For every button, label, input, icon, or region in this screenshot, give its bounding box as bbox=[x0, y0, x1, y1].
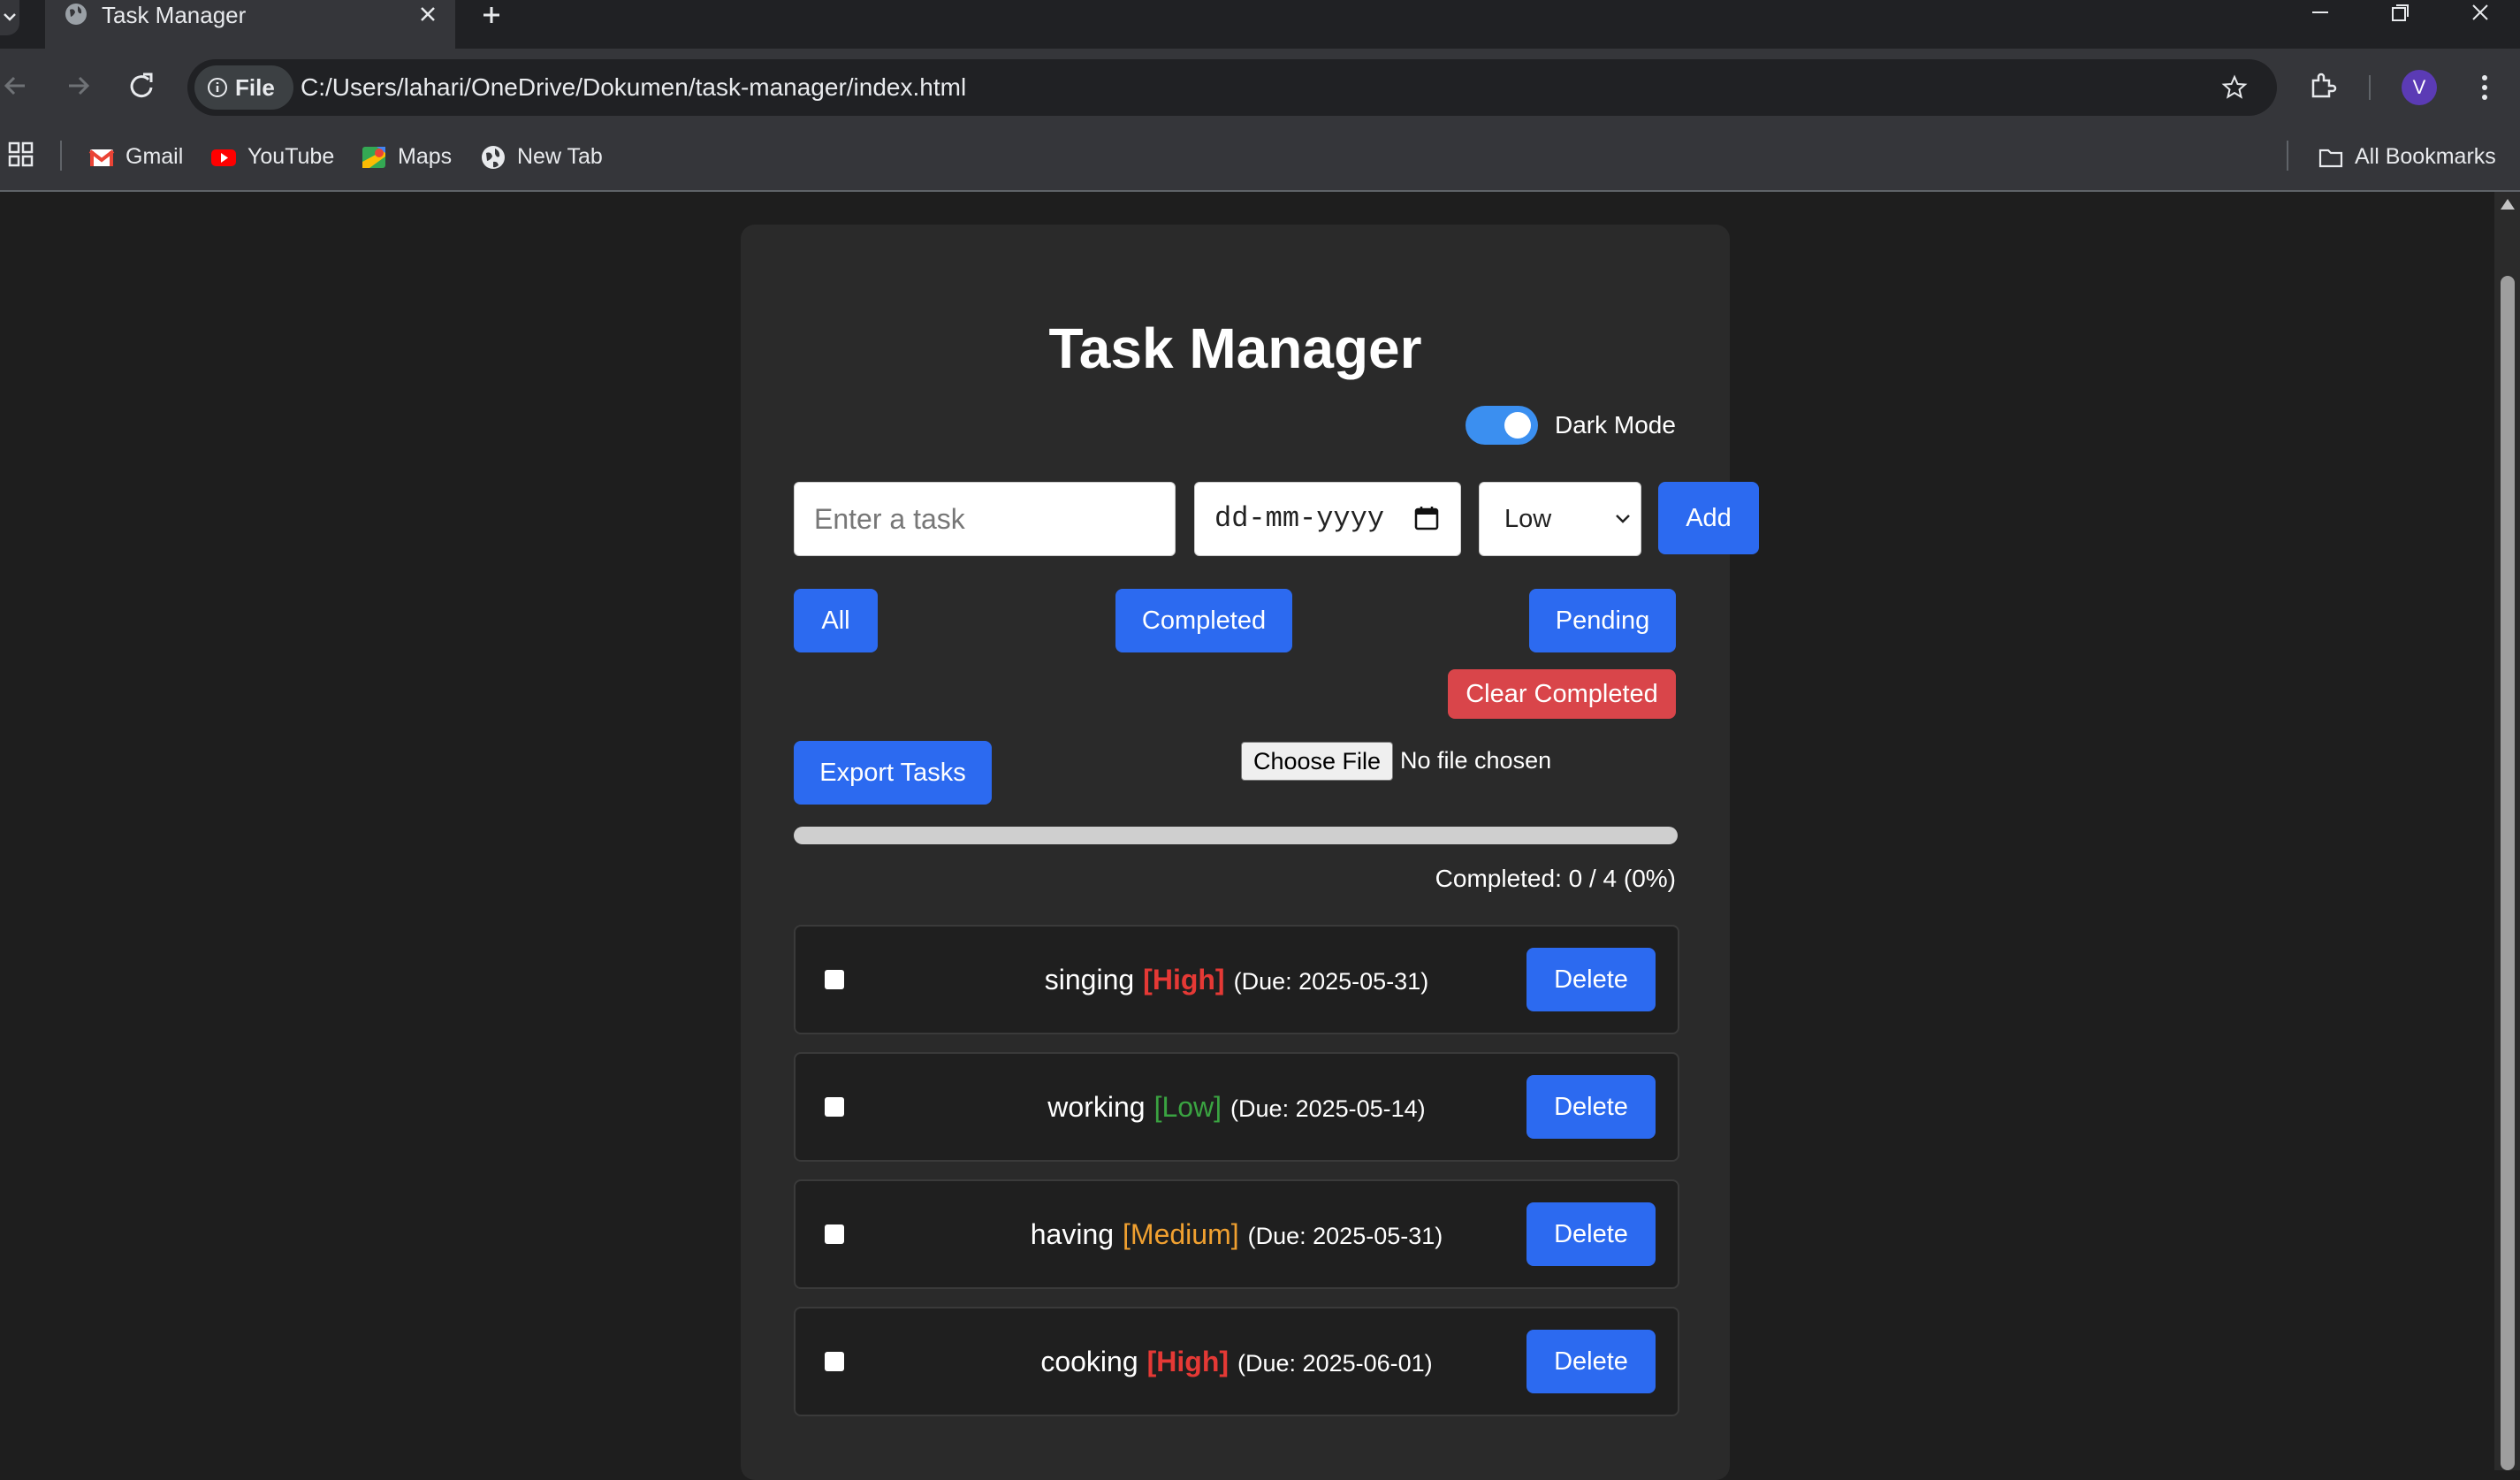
task-input-placeholder: Enter a task bbox=[814, 503, 965, 535]
restore-icon[interactable] bbox=[2360, 0, 2440, 30]
choose-file-button[interactable]: Choose File bbox=[1241, 742, 1393, 781]
bookmarks-bar: Gmail YouTube Maps New Tab All Bookmarks bbox=[0, 125, 2520, 192]
task-name: singing bbox=[1044, 964, 1135, 996]
task-priority: [High] bbox=[1143, 964, 1225, 996]
due-date-input[interactable]: dd-mm-yyyy bbox=[1194, 482, 1461, 556]
scroll-up-arrow-icon[interactable] bbox=[2501, 199, 2515, 210]
dark-mode-toggle[interactable] bbox=[1466, 406, 1538, 445]
back-arrow-icon[interactable] bbox=[0, 66, 35, 105]
youtube-icon bbox=[211, 149, 236, 166]
page-title: Task Manager bbox=[1048, 317, 1422, 380]
filter-pending-button[interactable]: Pending bbox=[1529, 589, 1676, 652]
toggle-knob bbox=[1504, 412, 1531, 439]
task-item: cooking [High] (Due: 2025-06-01) Delete bbox=[794, 1307, 1679, 1416]
toolbar-separator bbox=[2369, 75, 2371, 100]
export-tasks-button[interactable]: Export Tasks bbox=[794, 741, 992, 805]
task-name: having bbox=[1030, 1218, 1115, 1250]
date-placeholder: dd-mm-yyyy bbox=[1214, 502, 1385, 535]
task-priority: [Medium] bbox=[1123, 1218, 1239, 1250]
page-viewport: Task Manager Dark Mode Enter a task dd-m… bbox=[0, 192, 2494, 1480]
tab-search-button[interactable] bbox=[0, 0, 19, 35]
bookmarks-separator bbox=[60, 141, 62, 171]
bookmark-label: Maps bbox=[398, 144, 453, 169]
bookmark-label: New Tab bbox=[517, 144, 603, 169]
site-chip-label: File bbox=[235, 74, 275, 101]
address-bar[interactable]: File C:/Users/lahari/OneDrive/Dokumen/ta… bbox=[187, 59, 2277, 116]
task-due: (Due: 2025-05-14) bbox=[1230, 1095, 1426, 1122]
clear-completed-button[interactable]: Clear Completed bbox=[1448, 669, 1676, 719]
filter-all-button[interactable]: All bbox=[794, 589, 878, 652]
bookmarks-separator bbox=[2287, 141, 2288, 171]
priority-select[interactable]: Low bbox=[1479, 482, 1641, 556]
maps-icon bbox=[362, 147, 385, 168]
browser-tab[interactable]: Task Manager bbox=[45, 0, 455, 49]
apps-grid-icon[interactable] bbox=[8, 141, 34, 168]
calendar-icon[interactable] bbox=[1412, 504, 1441, 532]
globe-icon bbox=[482, 146, 505, 169]
task-priority: [Low] bbox=[1153, 1091, 1222, 1123]
progress-bar bbox=[794, 827, 1678, 844]
delete-task-button[interactable]: Delete bbox=[1526, 1202, 1656, 1266]
task-item: working [Low] (Due: 2025-05-14) Delete bbox=[794, 1052, 1679, 1162]
task-due: (Due: 2025-05-31) bbox=[1233, 968, 1429, 995]
priority-selected: Low bbox=[1504, 505, 1552, 533]
task-input[interactable]: Enter a task bbox=[794, 482, 1176, 556]
task-item: singing [High] (Due: 2025-05-31) Delete bbox=[794, 925, 1679, 1034]
gmail-icon bbox=[88, 149, 115, 166]
task-priority: [High] bbox=[1146, 1346, 1230, 1377]
info-icon bbox=[208, 78, 227, 97]
task-item: having [Medium] (Due: 2025-05-31) Delete bbox=[794, 1179, 1679, 1289]
browser-toolbar: File C:/Users/lahari/OneDrive/Dokumen/ta… bbox=[0, 49, 2520, 125]
bookmark-label: YouTube bbox=[247, 144, 335, 169]
extensions-icon[interactable] bbox=[2306, 70, 2338, 102]
task-name: working bbox=[1047, 1091, 1146, 1123]
folder-icon bbox=[2318, 149, 2343, 168]
tab-title: Task Manager bbox=[102, 2, 247, 28]
window-close-icon[interactable] bbox=[2440, 0, 2520, 30]
chevron-down-icon bbox=[1616, 515, 1630, 523]
globe-icon bbox=[65, 4, 87, 25]
bookmark-label: Gmail bbox=[126, 144, 184, 169]
forward-arrow-icon[interactable] bbox=[58, 66, 97, 105]
delete-task-button[interactable]: Delete bbox=[1526, 948, 1656, 1011]
chevron-down-icon bbox=[4, 13, 16, 21]
task-due: (Due: 2025-05-31) bbox=[1247, 1223, 1443, 1249]
delete-task-button[interactable]: Delete bbox=[1526, 1330, 1656, 1393]
bookmark-star-icon[interactable] bbox=[2220, 73, 2249, 102]
dark-mode-label: Dark Mode bbox=[1555, 411, 1676, 439]
url-text[interactable]: C:/Users/lahari/OneDrive/Dokumen/task-ma… bbox=[301, 59, 966, 116]
add-task-button[interactable]: Add bbox=[1658, 482, 1759, 554]
all-bookmarks-label: All Bookmarks bbox=[2355, 144, 2496, 169]
minimize-icon[interactable] bbox=[2280, 0, 2360, 30]
task-due: (Due: 2025-06-01) bbox=[1237, 1350, 1433, 1377]
file-status-text: No file chosen bbox=[1400, 747, 1552, 774]
plus-icon[interactable] bbox=[476, 0, 507, 30]
tab-strip: Task Manager bbox=[0, 0, 2520, 49]
reload-icon[interactable] bbox=[122, 66, 161, 105]
task-manager-card: Task Manager Dark Mode Enter a task dd-m… bbox=[741, 225, 1759, 1480]
delete-task-button[interactable]: Delete bbox=[1526, 1075, 1656, 1139]
more-menu-icon[interactable] bbox=[2469, 70, 2501, 105]
close-icon[interactable] bbox=[414, 0, 442, 28]
page-scrollbar[interactable] bbox=[2494, 192, 2520, 1470]
scroll-thumb[interactable] bbox=[2501, 276, 2515, 1470]
task-name: cooking bbox=[1040, 1346, 1138, 1377]
progress-text: Completed: 0 / 4 (0%) bbox=[1435, 865, 1676, 892]
filter-completed-button[interactable]: Completed bbox=[1115, 589, 1292, 652]
profile-avatar[interactable]: V bbox=[2402, 70, 2437, 105]
